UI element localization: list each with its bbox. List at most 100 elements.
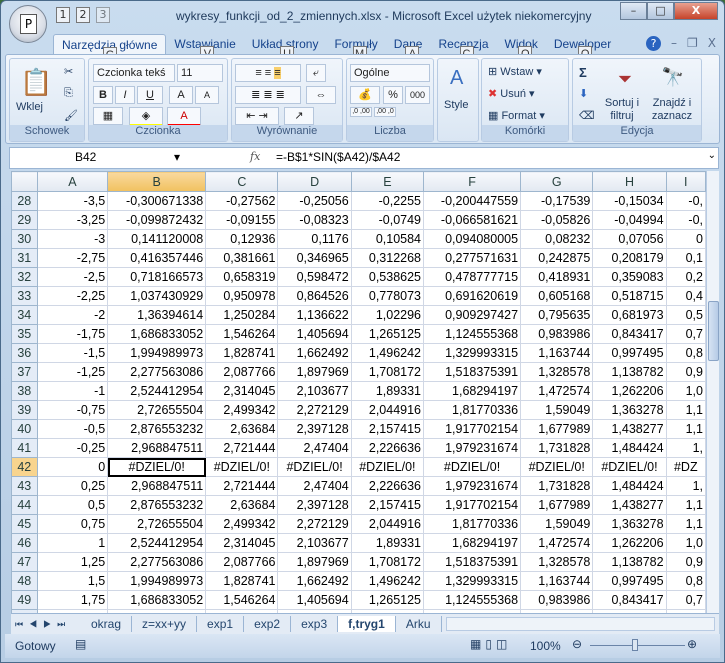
cell-D43[interactable]: 2,47404 [277,476,352,496]
cell-G29[interactable]: -0,05826 [520,210,594,230]
cell-H46[interactable]: 1,262206 [592,533,667,553]
decrease-decimal-button[interactable]: ,00 ,0 [374,107,396,117]
row-header[interactable]: 43 [11,476,38,496]
cell-F40[interactable]: 1,917702154 [423,419,522,439]
cell-I42[interactable]: #DZ [665,457,706,477]
cell-F31[interactable]: 0,277571631 [423,248,522,268]
cell-B36[interactable]: 1,994989973 [107,343,207,363]
cell-C44[interactable]: 2,63684 [205,495,279,515]
cell-G39[interactable]: 1,59049 [520,400,594,420]
cell-H44[interactable]: 1,438277 [592,495,667,515]
name-box[interactable]: B42 ▾ [10,148,188,168]
column-header-D[interactable]: D [277,171,352,192]
cell-D37[interactable]: 1,897969 [277,362,352,382]
sheet-tab[interactable]: exp2 [244,616,292,632]
cell-I45[interactable]: 1,1 [665,514,706,534]
cell-D29[interactable]: -0,08323 [277,210,352,230]
column-header-G[interactable]: G [520,171,594,192]
cell-I48[interactable]: 0,8 [665,571,706,591]
cell-A39[interactable]: -0,75 [36,400,109,420]
cell-E28[interactable]: -0,2255 [350,191,425,211]
cell-G34[interactable]: 0,795635 [520,305,594,325]
fill-icon[interactable]: ⬇ [579,87,588,100]
spreadsheet-grid[interactable]: ABCDEFGHI 28 -3,5 -0,300671338 -0,27562 -0,2… [11,171,706,613]
view-buttons[interactable]: ▦▯◫ [470,637,511,651]
cell-A45[interactable]: 0,75 [36,514,109,534]
cell-G49[interactable]: 0,983986 [520,590,594,610]
cell-G35[interactable]: 0,983986 [520,324,594,344]
column-header-B[interactable]: B [107,171,207,192]
cell-E39[interactable]: 2,044916 [350,400,425,420]
cell-C36[interactable]: 1,828741 [205,343,279,363]
styles-group[interactable]: A Style [437,58,479,142]
cell-C49[interactable]: 1,546264 [205,590,279,610]
row-header[interactable]: 35 [11,324,38,344]
cell-C48[interactable]: 1,828741 [205,571,279,591]
increase-decimal-button[interactable]: ,0 ,00 [350,107,372,117]
cell-F37[interactable]: 1,518375391 [423,362,522,382]
cell-G32[interactable]: 0,418931 [520,267,594,287]
cell-I34[interactable]: 0,5 [665,305,706,325]
cell-I46[interactable]: 1,0 [665,533,706,553]
cell-G48[interactable]: 1,163744 [520,571,594,591]
cell-E48[interactable]: 1,496242 [350,571,425,591]
cell-H28[interactable]: -0,15034 [592,191,667,211]
cell-I31[interactable]: 0,1 [665,248,706,268]
cell-I39[interactable]: 1,1 [665,400,706,420]
row-header[interactable]: 36 [11,343,38,363]
cell-G28[interactable]: -0,17539 [520,191,594,211]
cell-C46[interactable]: 2,314045 [205,533,279,553]
cell-F34[interactable]: 0,909297427 [423,305,522,325]
tab-1[interactable]: WstawianieV [166,34,243,62]
row-header[interactable]: 47 [11,552,38,572]
cell-C45[interactable]: 2,499342 [205,514,279,534]
font-size-select[interactable]: 11 [177,64,223,82]
cell-A35[interactable]: -1,75 [36,324,109,344]
row-header[interactable]: 32 [11,267,38,287]
cell-B33[interactable]: 1,037430929 [107,286,207,306]
cell-C42[interactable]: #DZIEL/0! [205,457,279,477]
sheet-nav-buttons[interactable]: ⏮◀▶⏭ [11,619,81,630]
sheet-tab[interactable]: Arku [396,616,442,632]
formula-input[interactable]: =-B$1*SIN($A42)/$A42 [276,150,400,164]
zoom-in-button[interactable]: ⊕ [687,637,697,651]
row-header[interactable]: 45 [11,514,38,534]
cell-G36[interactable]: 1,163744 [520,343,594,363]
cell-F43[interactable]: 1,979231674 [423,476,522,496]
cell-D35[interactable]: 1,405694 [277,324,352,344]
cell-G43[interactable]: 1,731828 [520,476,594,496]
insert-cells-button[interactable]: ⊞ Wstaw ▾ [488,65,542,78]
zoom-level[interactable]: 100% [530,639,561,653]
sort-filter-button[interactable]: Sortuj i filtruj [599,97,645,123]
grow-font-button[interactable]: A [169,86,193,104]
cell-G47[interactable]: 1,328578 [520,552,594,572]
close-button[interactable]: X [674,2,718,20]
cell-E47[interactable]: 1,708172 [350,552,425,572]
column-header-F[interactable]: F [423,171,522,192]
horizontal-align-buttons[interactable]: ≣ ≣ ≣ [235,86,301,104]
cell-D34[interactable]: 1,136622 [277,305,352,325]
cell-A38[interactable]: -1 [36,381,109,401]
indent-buttons[interactable]: ⇤ ⇥ [235,107,279,125]
cell-H40[interactable]: 1,438277 [592,419,667,439]
cell-A32[interactable]: -2,5 [36,267,109,287]
cell-F44[interactable]: 1,917702154 [423,495,522,515]
cell-G41[interactable]: 1,731828 [520,438,594,458]
cell-A37[interactable]: -1,25 [36,362,109,382]
cell-F42[interactable]: #DZIEL/0! [423,457,522,477]
merge-center-icon[interactable]: ⇔ [306,86,336,104]
cell-C28[interactable]: -0,27562 [205,191,279,211]
tab-5[interactable]: RecenzjaC [430,34,496,62]
cell-G45[interactable]: 1,59049 [520,514,594,534]
cell-A33[interactable]: -2,25 [36,286,109,306]
cell-D40[interactable]: 2,397128 [277,419,352,439]
column-header-E[interactable]: E [350,171,425,192]
macro-record-icon[interactable]: ▤ [75,637,86,651]
cell-C40[interactable]: 2,63684 [205,419,279,439]
cell-E36[interactable]: 1,496242 [350,343,425,363]
cell-A41[interactable]: -0,25 [36,438,109,458]
cell-H37[interactable]: 1,138782 [592,362,667,382]
cell-A42[interactable]: 0 [36,457,109,477]
cell-C35[interactable]: 1,546264 [205,324,279,344]
tab-0[interactable]: Narzędzia główneG [53,34,167,63]
